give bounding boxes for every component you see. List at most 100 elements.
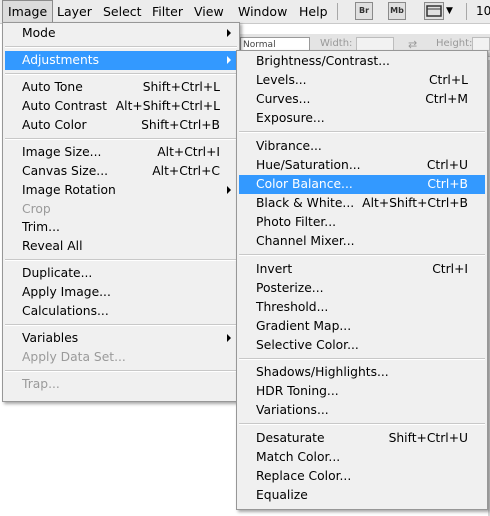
menu-item-label: Trim... — [22, 220, 60, 235]
image-menu-item-apply-image[interactable]: Apply Image... — [5, 283, 237, 302]
image-menu-item-auto-color[interactable]: Auto Color Shift+Ctrl+B — [5, 116, 237, 135]
menu-item-label: Auto Color — [22, 118, 87, 132]
image-menu-item-mode[interactable]: Mode — [5, 24, 237, 43]
image-menu-item-canvas-size[interactable]: Canvas Size... Alt+Ctrl+C — [5, 162, 237, 181]
menu-item-label: Hue/Saturation... — [256, 157, 361, 172]
menu-view[interactable]: View — [189, 0, 229, 23]
menu-help[interactable]: Help — [294, 0, 333, 23]
menu-item-shortcut: Ctrl+U — [426, 157, 468, 172]
menu-item-label: Apply Data Set... — [22, 350, 126, 364]
menu-item-shortcut: Ctrl+L — [428, 73, 468, 87]
menu-item-shortcut: Alt+Shift+Ctrl+L — [115, 99, 220, 114]
menu-item-label: Calculations... — [22, 304, 109, 318]
adjustments-item-color-balance[interactable]: Color Balance... Ctrl+B — [239, 174, 485, 194]
width-field[interactable] — [356, 37, 394, 51]
adjustments-item-exposure[interactable]: Exposure... — [239, 109, 485, 128]
menu-separator — [239, 131, 485, 133]
menu-item-label: Invert — [256, 261, 293, 276]
bridge-button[interactable]: Br — [355, 2, 373, 20]
image-menu-item-crop: Crop — [5, 200, 237, 219]
view-extras-icon[interactable] — [424, 2, 444, 20]
menu-item-label: Adjustments — [22, 53, 100, 68]
adjustments-item-vibrance[interactable]: Vibrance... — [239, 137, 485, 156]
adjustments-item-invert[interactable]: Invert Ctrl+I — [239, 260, 485, 279]
menu-separator — [5, 45, 237, 48]
menu-separator — [5, 369, 237, 372]
menu-item-label: Auto Tone — [22, 80, 83, 95]
adjustments-item-variations[interactable]: Variations... — [239, 401, 485, 420]
adjustments-item-curves[interactable]: Curves... Ctrl+M — [239, 90, 485, 109]
menu-item-shortcut: Alt+Ctrl+C — [152, 164, 220, 178]
submenu-arrow-icon — [227, 334, 231, 343]
image-menu-item-trap: Trap... — [5, 375, 237, 394]
menu-separator — [5, 137, 237, 140]
adjustments-item-replace-color[interactable]: Replace Color... — [239, 467, 485, 486]
menu-select[interactable]: Select — [98, 0, 147, 23]
menu-item-shortcut: Shift+Ctrl+B — [141, 118, 220, 132]
menu-layer[interactable]: Layer — [52, 0, 97, 23]
height-label: Height: — [436, 38, 473, 49]
width-label: Width: — [320, 38, 353, 49]
menu-item-shortcut: Ctrl+I — [432, 261, 468, 276]
menu-item-label: Curves... — [256, 92, 311, 106]
adjustments-item-photo-filter[interactable]: Photo Filter... — [239, 213, 485, 232]
menu-item-label: Trap... — [22, 377, 60, 392]
menu-item-label: Replace Color... — [256, 469, 352, 484]
adjustments-item-gradient-map[interactable]: Gradient Map... — [239, 317, 485, 336]
adjustments-item-equalize[interactable]: Equalize — [239, 486, 485, 505]
adjustments-item-hue-saturation[interactable]: Hue/Saturation... Ctrl+U — [239, 156, 485, 175]
adjustments-item-selective-color[interactable]: Selective Color... — [239, 336, 485, 355]
menu-item-label: Auto Contrast — [22, 99, 108, 114]
image-menu-item-adjustments[interactable]: Adjustments — [5, 51, 237, 71]
menu-item-shortcut: Alt+Shift+Ctrl+B — [362, 195, 468, 210]
adjustments-item-threshold[interactable]: Threshold... — [239, 298, 485, 317]
image-menu-item-auto-tone[interactable]: Auto Tone Shift+Ctrl+L — [5, 78, 237, 97]
adjustments-item-match-color[interactable]: Match Color... — [239, 448, 485, 467]
menu-item-label: Crop — [22, 201, 51, 216]
menu-item-label: Black & White... — [256, 195, 355, 210]
menu-image[interactable]: Image — [2, 0, 54, 23]
menu-item-label: Variations... — [256, 403, 329, 418]
menu-separator — [5, 73, 237, 75]
menu-filter[interactable]: Filter — [147, 0, 188, 23]
menu-item-label: Photo Filter... — [256, 214, 337, 229]
menu-item-label: Canvas Size... — [22, 164, 109, 178]
image-menu-item-trim[interactable]: Trim... — [5, 218, 237, 237]
image-menu-item-duplicate[interactable]: Duplicate... — [5, 264, 237, 283]
menubar: Image Layer Select Filter View Window He… — [0, 0, 490, 24]
menu-item-shortcut: Alt+Ctrl+I — [157, 145, 220, 160]
menu-item-label: Apply Image... — [22, 285, 111, 300]
menubar-divider — [337, 3, 338, 20]
image-menu-item-calculations[interactable]: Calculations... — [5, 302, 237, 321]
adjustments-item-black-white[interactable]: Black & White... Alt+Shift+Ctrl+B — [239, 194, 485, 213]
adjustments-item-shadows-highlights[interactable]: Shadows/Highlights... — [239, 363, 485, 382]
menu-item-label: HDR Toning... — [256, 384, 339, 399]
adjustments-item-channel-mixer[interactable]: Channel Mixer... — [239, 232, 485, 251]
menu-window[interactable]: Window — [233, 0, 292, 23]
menu-item-label: Variables — [22, 331, 79, 346]
adjustments-item-hdr-toning[interactable]: HDR Toning... — [239, 382, 485, 401]
menu-item-shortcut: Ctrl+M — [425, 92, 468, 106]
menu-item-label: Posterize... — [256, 280, 324, 295]
adjustments-item-levels[interactable]: Levels... Ctrl+L — [239, 71, 485, 90]
image-menu-item-image-size[interactable]: Image Size... Alt+Ctrl+I — [5, 143, 237, 162]
image-menu-item-variables[interactable]: Variables — [5, 329, 237, 348]
adjustments-item-brightness-contrast[interactable]: Brightness/Contrast... — [239, 52, 485, 71]
chevron-down-icon[interactable]: ▼ — [444, 0, 455, 23]
mini-bridge-button[interactable]: Mb — [388, 2, 406, 20]
menu-item-label: Equalize — [256, 488, 308, 503]
height-field[interactable] — [472, 37, 490, 51]
menu-item-label: Image Rotation — [22, 182, 116, 197]
adjustments-item-posterize[interactable]: Posterize... — [239, 279, 485, 298]
image-menu-item-reveal-all[interactable]: Reveal All — [5, 237, 237, 256]
image-menu-item-image-rotation[interactable]: Image Rotation — [5, 181, 237, 200]
image-menu-item-auto-contrast[interactable]: Auto Contrast Alt+Shift+Ctrl+L — [5, 97, 237, 116]
menu-separator — [239, 253, 485, 256]
menu-item-shortcut: Shift+Ctrl+U — [388, 431, 468, 446]
adjustments-item-desaturate[interactable]: Desaturate Shift+Ctrl+U — [239, 429, 485, 448]
menu-item-label: Brightness/Contrast... — [256, 54, 390, 68]
zoom-level[interactable]: 10 — [476, 0, 490, 23]
menu-item-label: Channel Mixer... — [256, 233, 355, 248]
adjustments-submenu: Brightness/Contrast... Levels... Ctrl+L Cur… — [236, 50, 488, 510]
menu-item-shortcut: Ctrl+B — [427, 176, 468, 191]
